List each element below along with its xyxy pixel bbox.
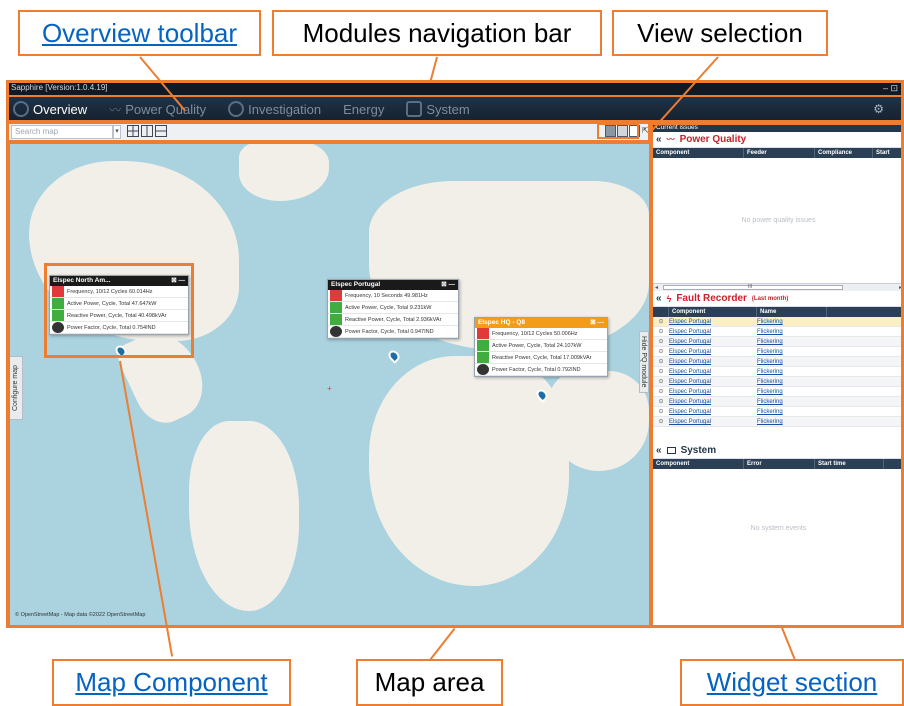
highlight-map: [7, 141, 652, 628]
highlight-toolbar: [7, 122, 650, 142]
map-component-callout[interactable]: Map Component: [52, 659, 291, 706]
highlight-map-component: [44, 263, 194, 358]
modules-nav-callout: Modules navigation bar: [272, 10, 602, 56]
highlight-view-selection: [597, 123, 639, 139]
connector-line: [429, 627, 456, 661]
connector-line: [780, 627, 796, 661]
highlight-widgets: [650, 122, 904, 628]
widget-section-callout[interactable]: Widget section: [680, 659, 904, 706]
overview-toolbar-callout[interactable]: Overview toolbar: [18, 10, 261, 56]
map-area-callout: Map area: [356, 659, 503, 706]
connector-line: [429, 56, 438, 81]
view-selection-callout: View selection: [612, 10, 828, 56]
highlight-modules-bar: [6, 95, 904, 122]
